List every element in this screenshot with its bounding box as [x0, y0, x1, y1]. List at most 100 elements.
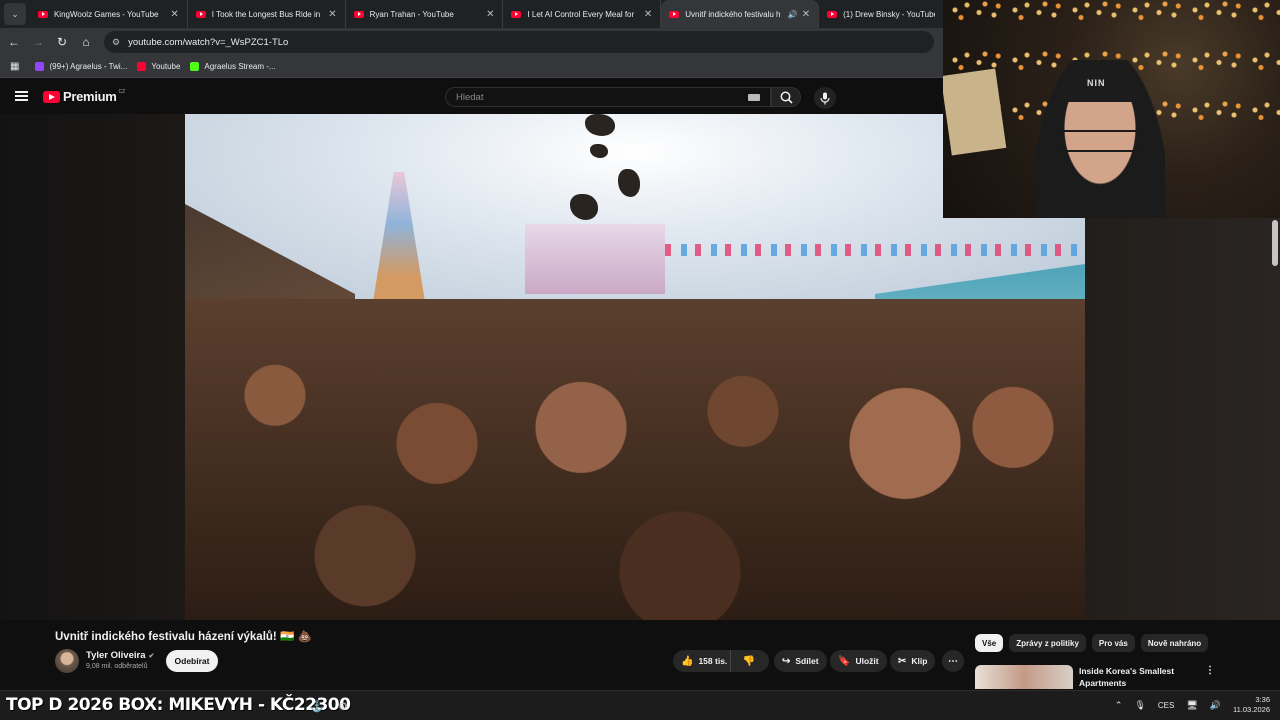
country-code: CZ: [118, 88, 126, 95]
bookmark-label: Agraelus Stream -...: [204, 62, 276, 71]
chip-politics[interactable]: Zprávy z politiky: [1009, 634, 1086, 652]
tab-audio-icon[interactable]: 🔊: [788, 10, 798, 19]
share-label: Sdílet: [795, 656, 819, 666]
twitch-icon: [35, 62, 45, 71]
network-icon[interactable]: 🖥: [1186, 700, 1197, 711]
tab-close-icon[interactable]: ✕: [644, 9, 652, 20]
tab-close-icon[interactable]: ✕: [802, 9, 810, 20]
bookmark-label: (99+) Agraelus - Twi...: [49, 62, 128, 71]
browser-tab[interactable]: I Let AI Control Every Meal for ✕: [503, 0, 662, 28]
save-button[interactable]: 🔖 Uložit: [830, 650, 887, 672]
youtube-premium-logo[interactable]: Premium CZ: [43, 89, 125, 104]
chip-all[interactable]: Vše: [975, 634, 1004, 652]
chip-recently-uploaded[interactable]: Nově nahráno: [1140, 634, 1209, 652]
kick-icon: [190, 62, 200, 71]
channel-name-row[interactable]: Tyler Oliveira ✔: [86, 650, 154, 661]
like-button[interactable]: 👍 158 tis.: [673, 650, 731, 672]
dislike-button[interactable]: 👎: [731, 650, 767, 672]
video-frame-flags: [665, 244, 1085, 256]
microphone-icon: [820, 92, 830, 104]
volume-icon[interactable]: 🔊: [1210, 700, 1221, 711]
thumbs-up-icon: 👍: [681, 655, 694, 667]
microphone-tray-icon[interactable]: 🎙: [1134, 700, 1145, 711]
youtube-favicon-icon: [511, 10, 522, 18]
reload-icon[interactable]: ↻: [52, 32, 72, 52]
site-info-icon[interactable]: ⚙: [112, 37, 120, 48]
menu-hamburger-icon[interactable]: [15, 91, 28, 101]
bookmark-icon: 🔖: [838, 655, 851, 667]
scissors-icon: ✂: [898, 655, 907, 667]
app-icon[interactable]: ⚓: [310, 699, 324, 713]
home-icon[interactable]: ⌂: [76, 32, 96, 52]
browser-tab[interactable]: (1) Drew Binsky - YouTube: [819, 0, 943, 28]
youtube-favicon-icon: [669, 10, 680, 18]
share-button[interactable]: ↪ Sdílet: [774, 650, 827, 672]
recommended-thumbnail[interactable]: [975, 665, 1073, 689]
share-arrow-icon: ↪: [782, 655, 791, 667]
system-tray: ⌃ 🎙 CES 🖥 🔊 3:36 11.03.2026: [1115, 695, 1270, 715]
channel-name[interactable]: Tyler Oliveira: [86, 650, 146, 661]
bookmark-item[interactable]: (99+) Agraelus - Twi...: [35, 62, 127, 71]
steam-icon[interactable]: ⚙: [336, 699, 350, 713]
player-ambient-left: [0, 114, 185, 620]
browser-tab[interactable]: I Took the Longest Bus Ride in ✕: [188, 0, 346, 28]
logo-text: Premium: [63, 89, 117, 104]
like-count: 158 tis.: [698, 656, 728, 666]
channel-avatar[interactable]: [55, 649, 79, 673]
search-button[interactable]: [771, 87, 801, 107]
tab-close-icon[interactable]: ✕: [328, 9, 336, 20]
webcam-overlay: NIN: [943, 0, 1280, 218]
kebab-menu-icon[interactable]: ⋮: [1205, 665, 1215, 676]
browser-tab[interactable]: Ryan Trahan - YouTube ✕: [346, 0, 504, 28]
voice-search-button[interactable]: [814, 87, 836, 109]
youtube-favicon-icon: [827, 10, 838, 18]
url-text: youtube.com/watch?v=_WsPZC1-TLo: [128, 36, 289, 48]
recommended-title[interactable]: Inside Korea's Smallest Apartments: [1079, 665, 1199, 689]
more-actions-icon[interactable]: ⋯: [942, 650, 964, 672]
search-placeholder: Hledat: [456, 91, 484, 103]
like-dislike-group: 👍 158 tis. 👎: [673, 650, 769, 672]
page-scrollbar[interactable]: [1272, 220, 1278, 266]
youtube-masthead: Premium CZ Hledat: [0, 79, 943, 114]
tab-title: Ryan Trahan - YouTube: [369, 9, 454, 19]
clip-button[interactable]: ✂ Klip: [890, 650, 936, 672]
search-input[interactable]: Hledat: [445, 87, 771, 107]
back-arrow-icon[interactable]: ←: [4, 32, 24, 52]
video-title: Uvnitř indického festivalu házení výkalů…: [55, 631, 312, 643]
forward-arrow-icon[interactable]: →: [28, 32, 48, 52]
video-frame-mud: [590, 144, 608, 158]
bookmarks-bar: ▦ (99+) Agraelus - Twi... Youtube Agrael…: [0, 56, 943, 78]
youtube-favicon-icon: [37, 10, 48, 18]
player-ambient-right: [1085, 218, 1280, 620]
clock[interactable]: 3:36 11.03.2026: [1233, 695, 1270, 715]
youtube-favicon-icon: [353, 10, 364, 18]
clock-date: 11.03.2026: [1233, 705, 1270, 714]
clock-time: 3:36: [1255, 695, 1270, 704]
tray-chevron-icon[interactable]: ⌃: [1115, 700, 1123, 711]
tab-search-chevron-icon[interactable]: ⌄: [4, 3, 26, 25]
recommendation-filter-chips: Vše Zprávy z politiky Pro vás Nově nahrá…: [975, 634, 1209, 652]
tab-strip: ⌄ KingWoolz Games - YouTube ✕ I Took the…: [0, 0, 943, 28]
url-input[interactable]: ⚙ youtube.com/watch?v=_WsPZC1-TLo: [104, 31, 934, 53]
taskbar-pinned-apps: ⚓ ⚙: [310, 699, 350, 713]
chip-for-you[interactable]: Pro vás: [1091, 634, 1135, 652]
bookmark-item[interactable]: Youtube: [137, 62, 180, 71]
cap-logo: NIN: [1087, 78, 1106, 88]
search-icon: [780, 91, 793, 104]
tab-close-icon[interactable]: ✕: [170, 9, 178, 20]
save-label: Uložit: [855, 656, 879, 666]
windows-taskbar: TOP D 2026 BOX: MIKEVYH - KČ22300 ⚓ ⚙ ⌃ …: [0, 690, 1280, 720]
wall-poster: [943, 68, 1007, 156]
youtube-favicon-icon: [195, 10, 206, 18]
tab-close-icon[interactable]: ✕: [486, 9, 494, 20]
browser-tab-active[interactable]: Uvnitř indického festivalu h 🔊 ✕: [661, 0, 820, 28]
keyboard-icon[interactable]: [748, 94, 760, 101]
video-frame-crowd: [185, 299, 1085, 620]
browser-tab[interactable]: KingWoolz Games - YouTube ✕: [30, 0, 188, 28]
input-language[interactable]: CES: [1158, 701, 1174, 710]
bookmark-item[interactable]: Agraelus Stream -...: [190, 62, 276, 71]
subscribe-button[interactable]: Odebírat: [166, 650, 218, 672]
apps-grid-icon[interactable]: ▦: [10, 61, 19, 72]
clip-label: Klip: [911, 656, 928, 666]
recommended-video[interactable]: Inside Korea's Smallest Apartments ⋮: [975, 665, 1225, 689]
